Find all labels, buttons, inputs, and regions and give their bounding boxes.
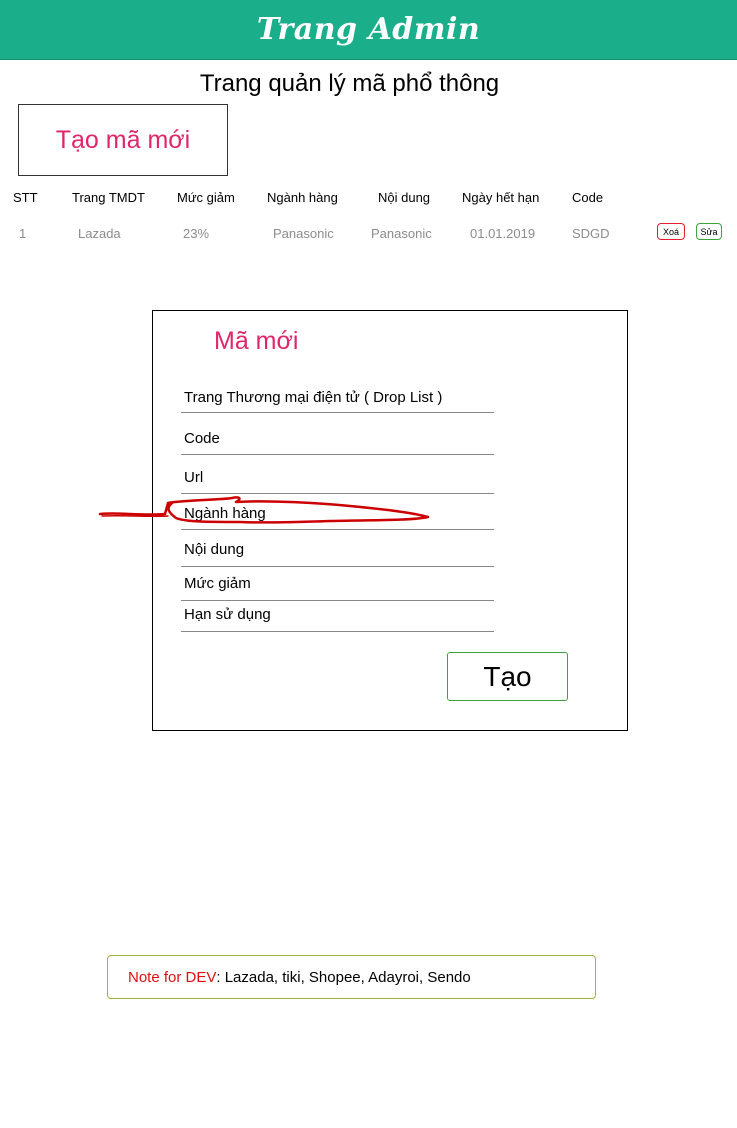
cell-discount: 23% bbox=[183, 226, 210, 241]
content-field[interactable]: Nội dung bbox=[181, 541, 494, 567]
cell-ecommerce-site: Lazada bbox=[78, 226, 121, 241]
cell-expiry-date: 01.01.2019 bbox=[470, 226, 536, 241]
app-header: Trang Admin bbox=[0, 0, 737, 60]
expiry-field[interactable]: Hạn sử dụng bbox=[181, 606, 494, 632]
column-header-content: Nội dung bbox=[378, 190, 431, 205]
column-header-ecommerce-site: Trang TMDT bbox=[72, 190, 145, 205]
dev-note: Note for DEV : Lazada, tiki, Shopee, Ada… bbox=[107, 955, 596, 999]
cell-content: Panasonic bbox=[371, 226, 432, 241]
create-button[interactable]: Tạo bbox=[447, 652, 568, 701]
dev-note-text: : Lazada, tiki, Shopee, Adayroi, Sendo bbox=[216, 968, 471, 986]
edit-button[interactable]: Sửa bbox=[696, 223, 722, 240]
category-field[interactable]: Ngành hàng bbox=[181, 505, 494, 530]
app-title: Trang Admin bbox=[256, 12, 481, 47]
cell-stt: 1 bbox=[19, 226, 27, 241]
url-field[interactable]: Url bbox=[181, 469, 494, 494]
discount-field[interactable]: Mức giảm bbox=[181, 575, 494, 601]
code-field[interactable]: Code bbox=[181, 430, 494, 455]
column-header-expiry-date: Ngày hết hạn bbox=[462, 190, 540, 205]
cell-code: SDGD bbox=[572, 226, 610, 241]
cell-category: Panasonic bbox=[273, 226, 334, 241]
delete-button[interactable]: Xoá bbox=[657, 223, 685, 240]
column-header-stt: STT bbox=[13, 190, 38, 205]
create-new-code-button[interactable]: Tạo mã mới bbox=[18, 104, 228, 176]
new-code-form: Mã mới Trang Thương mại điện tử ( Drop L… bbox=[152, 310, 628, 731]
form-title: Mã mới bbox=[214, 327, 299, 355]
page-title: Trang quản lý mã phổ thông bbox=[199, 70, 500, 97]
column-header-discount: Mức giảm bbox=[177, 190, 235, 205]
ecommerce-site-dropdown[interactable]: Trang Thương mại điện tử ( Drop List ) bbox=[181, 389, 494, 413]
dev-note-label: Note for DEV bbox=[128, 968, 217, 986]
column-header-code: Code bbox=[572, 190, 604, 205]
column-header-category: Ngành hàng bbox=[267, 190, 338, 205]
